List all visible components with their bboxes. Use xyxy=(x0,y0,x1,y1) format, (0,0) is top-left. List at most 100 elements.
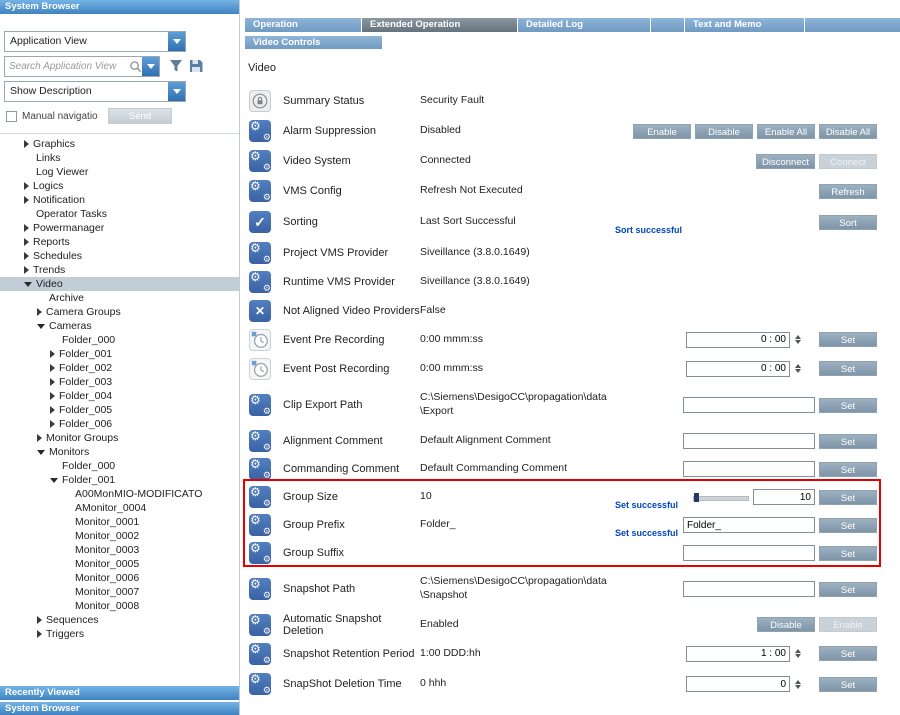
alignment-comment-input[interactable] xyxy=(683,433,815,449)
chevron-right-icon[interactable] xyxy=(24,196,29,204)
set-button[interactable]: Set xyxy=(819,582,877,597)
group-size-slider[interactable] xyxy=(693,493,749,502)
tree-item-folder-000[interactable]: Folder_000 xyxy=(0,333,239,347)
chevron-down-icon[interactable] xyxy=(50,478,58,483)
tree-item-cameras[interactable]: Cameras xyxy=(0,319,239,333)
chevron-right-icon[interactable] xyxy=(24,182,29,190)
spinner-icon[interactable] xyxy=(795,680,801,689)
chevron-down-icon[interactable] xyxy=(37,450,45,455)
disable-button[interactable]: Disable xyxy=(757,617,815,632)
set-button[interactable]: Set xyxy=(819,332,877,347)
set-button[interactable]: Set xyxy=(819,546,877,561)
system-browser-bar[interactable]: System Browser xyxy=(0,702,239,715)
tree-item-a00monmio-modificato[interactable]: A00MonMIO-MODIFICATO xyxy=(0,487,239,501)
set-button[interactable]: Set xyxy=(819,434,877,449)
save-icon[interactable] xyxy=(188,58,204,74)
tree-item-folder-001[interactable]: Folder_001 xyxy=(0,473,239,487)
disconnect-button[interactable]: Disconnect xyxy=(756,154,815,169)
tree-item-monitor-0003[interactable]: Monitor_0003 xyxy=(0,543,239,557)
tree-item-graphics[interactable]: Graphics xyxy=(0,137,239,151)
chevron-down-icon[interactable] xyxy=(24,282,32,287)
tree-item-monitor-0006[interactable]: Monitor_0006 xyxy=(0,571,239,585)
chevron-down-icon[interactable] xyxy=(168,32,185,51)
tree-item-video[interactable]: Video xyxy=(0,277,239,291)
send-button[interactable]: Send xyxy=(108,108,172,124)
tab-operation[interactable]: Operation xyxy=(245,18,362,32)
tree-item-monitor-0001[interactable]: Monitor_0001 xyxy=(0,515,239,529)
group-size-input[interactable] xyxy=(753,489,815,505)
tree-item-monitor-0007[interactable]: Monitor_0007 xyxy=(0,585,239,599)
group-prefix-input[interactable] xyxy=(683,517,815,533)
tree-item-folder-004[interactable]: Folder_004 xyxy=(0,389,239,403)
chevron-right-icon[interactable] xyxy=(37,616,42,624)
set-button[interactable]: Set xyxy=(819,646,877,661)
tree-item-monitor-groups[interactable]: Monitor Groups xyxy=(0,431,239,445)
enable-all-button[interactable]: Enable All xyxy=(757,124,815,139)
tree-item-monitor-0005[interactable]: Monitor_0005 xyxy=(0,557,239,571)
disable-button[interactable]: Disable xyxy=(695,124,753,139)
refresh-button[interactable]: Refresh xyxy=(819,184,877,199)
commanding-comment-input[interactable] xyxy=(683,461,815,477)
tree-item-folder-005[interactable]: Folder_005 xyxy=(0,403,239,417)
show-description-select[interactable]: Show Description xyxy=(4,81,186,102)
chevron-right-icon[interactable] xyxy=(24,238,29,246)
tree-item-archive[interactable]: Archive xyxy=(0,291,239,305)
group-suffix-input[interactable] xyxy=(683,545,815,561)
tab-text-and-memo[interactable]: Text and Memo xyxy=(685,18,805,32)
chevron-right-icon[interactable] xyxy=(50,350,55,358)
chevron-right-icon[interactable] xyxy=(50,406,55,414)
chevron-down-icon[interactable] xyxy=(168,82,185,101)
tab-detailed-log[interactable]: Detailed Log xyxy=(518,18,651,32)
tree-item-sequences[interactable]: Sequences xyxy=(0,613,239,627)
tree-item-monitors[interactable]: Monitors xyxy=(0,445,239,459)
disable-all-button[interactable]: Disable All xyxy=(819,124,877,139)
tree-item-logics[interactable]: Logics xyxy=(0,179,239,193)
chevron-down-icon[interactable] xyxy=(37,324,45,329)
application-view-select[interactable]: Application View xyxy=(4,31,186,52)
sort-button[interactable]: Sort xyxy=(819,215,877,230)
clip-export-path-input[interactable] xyxy=(683,397,815,413)
snapshot-retention-period-input[interactable] xyxy=(686,646,790,662)
search-input[interactable] xyxy=(5,61,129,72)
tree-item-operator-tasks[interactable]: Operator Tasks xyxy=(0,207,239,221)
tree-item-amonitor-0004[interactable]: AMonitor_0004 xyxy=(0,501,239,515)
manual-navigation-checkbox[interactable] xyxy=(6,111,17,122)
chevron-right-icon[interactable] xyxy=(24,252,29,260)
filter-icon[interactable] xyxy=(168,58,184,74)
spinner-icon[interactable] xyxy=(795,364,801,373)
set-button[interactable]: Set xyxy=(819,490,877,505)
chevron-right-icon[interactable] xyxy=(50,420,55,428)
chevron-right-icon[interactable] xyxy=(37,434,42,442)
enable-button[interactable]: Enable xyxy=(633,124,691,139)
slider-handle[interactable] xyxy=(694,493,699,502)
tree-item-camera-groups[interactable]: Camera Groups xyxy=(0,305,239,319)
set-button[interactable]: Set xyxy=(819,361,877,376)
tree-item-log-viewer[interactable]: Log Viewer xyxy=(0,165,239,179)
tree-item-links[interactable]: Links xyxy=(0,151,239,165)
snapshot-path-input[interactable] xyxy=(683,581,815,597)
chevron-right-icon[interactable] xyxy=(24,140,29,148)
chevron-right-icon[interactable] xyxy=(24,224,29,232)
search-dropdown-icon[interactable] xyxy=(142,57,159,76)
chevron-right-icon[interactable] xyxy=(24,266,29,274)
set-button[interactable]: Set xyxy=(819,518,877,533)
tab-video-controls[interactable]: Video Controls xyxy=(245,36,382,49)
tree-item-monitor-0008[interactable]: Monitor_0008 xyxy=(0,599,239,613)
set-button[interactable]: Set xyxy=(819,677,877,692)
event-pre-recording-input[interactable] xyxy=(686,332,790,348)
chevron-right-icon[interactable] xyxy=(50,378,55,386)
tree-item-notification[interactable]: Notification xyxy=(0,193,239,207)
tree-item-monitor-0002[interactable]: Monitor_0002 xyxy=(0,529,239,543)
tree-item-schedules[interactable]: Schedules xyxy=(0,249,239,263)
event-post-recording-input[interactable] xyxy=(686,361,790,377)
tree-item-triggers[interactable]: Triggers xyxy=(0,627,239,641)
tree-item-folder-006[interactable]: Folder_006 xyxy=(0,417,239,431)
recently-viewed-bar[interactable]: Recently Viewed xyxy=(0,686,239,700)
tree-item-folder-001[interactable]: Folder_001 xyxy=(0,347,239,361)
tree-item-trends[interactable]: Trends xyxy=(0,263,239,277)
chevron-right-icon[interactable] xyxy=(50,392,55,400)
tree-item-folder-003[interactable]: Folder_003 xyxy=(0,375,239,389)
tree-item-folder-000[interactable]: Folder_000 xyxy=(0,459,239,473)
snapshot-deletion-time-input[interactable] xyxy=(686,676,790,692)
set-button[interactable]: Set xyxy=(819,462,877,477)
